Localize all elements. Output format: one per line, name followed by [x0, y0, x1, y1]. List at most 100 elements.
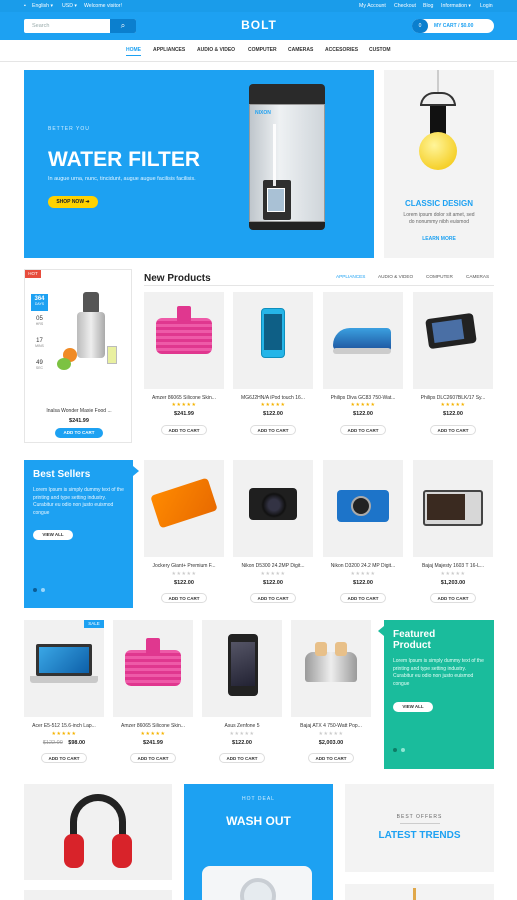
add-to-cart-button[interactable]: ADD TO CART [430, 425, 476, 435]
cart-count: 0 [412, 19, 428, 33]
add-to-cart-button[interactable]: ADD TO CART [250, 425, 296, 435]
hot-deal-title: WASH OUT [226, 814, 291, 828]
product-image[interactable] [413, 292, 493, 389]
featured-view-all-button[interactable]: VIEW ALL [393, 702, 433, 712]
nav-custom[interactable]: CUSTOM [369, 47, 391, 53]
product-image[interactable] [113, 620, 193, 717]
tab-computer[interactable]: COMPUTER [426, 274, 453, 279]
product-name[interactable]: Amzer 86065 Silicone Skin... [113, 723, 193, 729]
carousel-dot[interactable] [33, 588, 37, 592]
product-image[interactable] [323, 460, 403, 557]
product-image[interactable]: SALE [24, 620, 104, 717]
featured-product-panel: Featured Product Lorem Ipsum is simply du… [378, 620, 494, 769]
search-icon: ⌕ [120, 21, 126, 30]
nav-home[interactable]: HOME [126, 47, 141, 56]
product-price: $122.00 [353, 411, 373, 417]
offers-title: LATEST TRENDS [378, 830, 461, 841]
product-name[interactable]: Nikon D3200 24.2 MP Digit... [323, 563, 403, 569]
rating-stars: ★★★★★ [140, 731, 166, 737]
deal-price: $241.99 [69, 418, 89, 424]
product-name[interactable]: Amzer 86065 Silicone Skin... [144, 395, 224, 401]
product-name[interactable]: Bajaj Majesty 1603 T 16-L... [413, 563, 493, 569]
add-to-cart-button[interactable]: ADD TO CART [219, 753, 265, 763]
latest-trends-banner[interactable]: BEST OFFERS LATEST TRENDS [345, 784, 494, 872]
carousel-dot[interactable] [393, 748, 397, 752]
product-price: $98.00 [68, 740, 86, 746]
tab-audio-video[interactable]: AUDIO & VIDEO [378, 274, 413, 279]
product-name[interactable]: Philips DLC2607BLK/17 Sy... [413, 395, 493, 401]
product-image[interactable] [144, 460, 224, 557]
language-select[interactable]: English ▾ [32, 3, 53, 9]
welcome-text: Welcome visitor! [84, 3, 122, 9]
side-banner[interactable]: CLASSIC DESIGN Lorem ipsum dolor sit ame… [384, 70, 494, 258]
product-name[interactable]: Asus Zenfone 5 [202, 723, 282, 729]
deal-product-name[interactable]: Inalsa Wonder Maxie Food ... [29, 408, 129, 414]
best-sellers-view-all-button[interactable]: VIEW ALL [33, 530, 73, 540]
add-to-cart-button[interactable]: ADD TO CART [130, 753, 176, 763]
product-name[interactable]: Jockery Giant+ Premium F... [144, 563, 224, 569]
tab-appliances[interactable]: APPLIANCES [336, 274, 365, 279]
deal-card: HOT 364 DAYS 05 HRS 17 MINS 49 SEC Inalsa Wo… [24, 269, 132, 443]
add-to-cart-button[interactable]: ADD TO CART [340, 593, 386, 603]
add-to-cart-button[interactable]: ADD TO CART [250, 593, 296, 603]
add-to-cart-button[interactable]: ADD TO CART [161, 425, 207, 435]
hero-banner[interactable]: BETTER YOU WATER FILTER In augue urna, n… [24, 70, 374, 258]
product-price: $122.00 [174, 580, 194, 586]
deal-add-to-cart-button[interactable]: ADD TO CART [55, 428, 103, 438]
product-name[interactable]: Bajaj ATX 4 750-Watt Pop... [291, 723, 371, 729]
carousel-dot[interactable] [401, 748, 405, 752]
new-products-title: New Products [144, 273, 211, 284]
add-to-cart-button[interactable]: ADD TO CART [308, 753, 354, 763]
nav-computer[interactable]: COMPUTER [248, 47, 277, 53]
product-image[interactable] [291, 620, 371, 717]
blog-link[interactable]: Blog [423, 3, 433, 9]
information-menu[interactable]: Information ▾ [441, 3, 471, 9]
nav-audio-video[interactable]: AUDIO & VIDEO [197, 47, 235, 53]
tab-cameras[interactable]: CAMERAS [466, 274, 489, 279]
nav-accessories[interactable]: ACCESORIES [325, 47, 358, 53]
countdown-days: 364 DAYS [31, 294, 48, 311]
nav-appliances[interactable]: APPLIANCES [153, 47, 185, 53]
learn-more-link[interactable]: LEARN MORE [384, 236, 494, 242]
best-sellers-panel: Best Sellers Lorem Ipsum is simply dummy… [24, 460, 139, 608]
product-image[interactable] [144, 292, 224, 389]
headphones-banner[interactable] [24, 784, 172, 880]
rating-stars: ★★★★★ [171, 402, 197, 408]
add-to-cart-button[interactable]: ADD TO CART [340, 425, 386, 435]
main-nav: HOME APPLIANCES AUDIO & VIDEO COMPUTER C… [0, 40, 517, 62]
product-image[interactable] [413, 460, 493, 557]
currency-select[interactable]: USD ▾ [62, 3, 77, 9]
speaker-dock-image [125, 650, 181, 686]
add-to-cart-button[interactable]: ADD TO CART [41, 753, 87, 763]
my-account-link[interactable]: My Account [359, 3, 386, 9]
product-name[interactable]: Nikon D5300 24.2MP Digit... [233, 563, 313, 569]
rating-stars: ★★★★★ [350, 571, 376, 577]
new-products-tabs: APPLIANCES AUDIO & VIDEO COMPUTER CAMERA… [336, 274, 496, 282]
search-button[interactable]: ⌕ [110, 19, 136, 33]
product-name[interactable]: MG6J2HN/A iPod touch 16... [233, 395, 313, 401]
product-price: $241.99 [174, 411, 194, 417]
checkout-link[interactable]: Checkout [394, 3, 416, 9]
login-link[interactable]: Login [480, 3, 493, 9]
speaker-dock-image [156, 318, 212, 354]
product-image[interactable] [323, 292, 403, 389]
banner-title: WATER FILTER [48, 148, 201, 171]
product-image[interactable] [202, 620, 282, 717]
nav-cameras[interactable]: CAMERAS [288, 47, 313, 53]
add-to-cart-button[interactable]: ADD TO CART [430, 593, 476, 603]
shop-now-button[interactable]: SHOP NOW ➜ [48, 196, 98, 208]
product-image[interactable] [233, 460, 313, 557]
best-sellers-title: Best Sellers [33, 469, 91, 480]
product-image[interactable] [233, 292, 313, 389]
add-to-cart-button[interactable]: ADD TO CART [161, 593, 207, 603]
product-price: $2,003.00 [318, 740, 344, 746]
product-name[interactable]: Philips Diva GC83 750-Wat... [323, 395, 403, 401]
hot-deal-banner[interactable]: HOT DEAL WASH OUT [184, 784, 333, 900]
top-bar: ▪ English ▾ USD ▾ Welcome visitor! My Ac… [0, 0, 517, 12]
product-price: $122.00 [443, 411, 463, 417]
carousel-dot[interactable] [41, 588, 45, 592]
rating-stars: ★★★★★ [350, 402, 376, 408]
logo[interactable]: BOLT [239, 18, 279, 32]
rating-stars: ★★★★★ [440, 402, 466, 408]
product-name[interactable]: Acer E5-512 15.6-inch Lap... [24, 723, 104, 729]
